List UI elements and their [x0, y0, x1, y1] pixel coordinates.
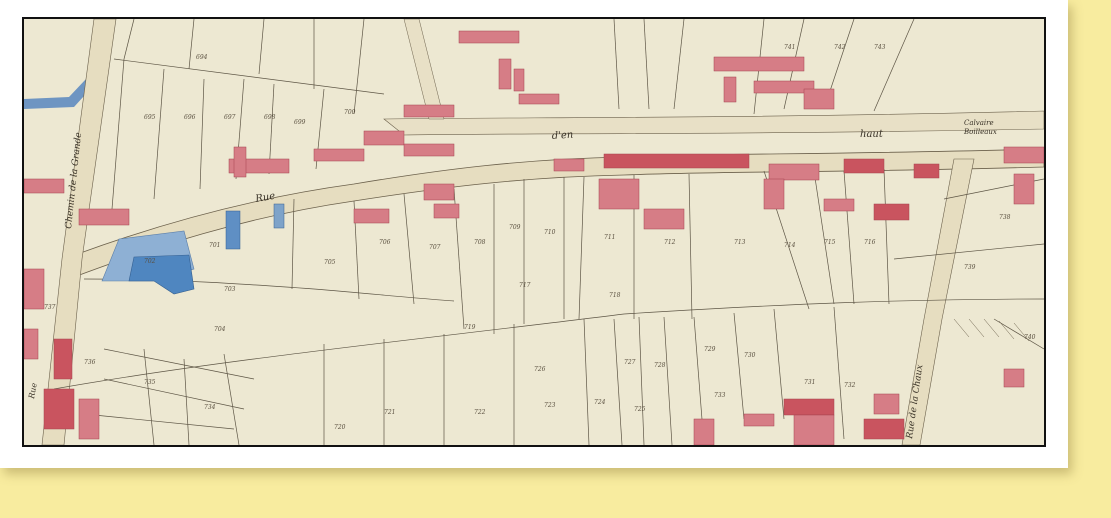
svg-text:724: 724 [594, 399, 606, 406]
svg-text:718: 718 [609, 292, 621, 299]
label-calvaire: Calvaire [964, 119, 994, 127]
svg-text:709: 709 [509, 224, 521, 231]
svg-text:726: 726 [534, 366, 546, 373]
map-card: Chemin de la Grande Rue d'en haut Calvai… [0, 0, 1068, 468]
svg-text:733: 733 [714, 392, 726, 399]
svg-text:711: 711 [604, 234, 615, 241]
svg-text:736: 736 [84, 359, 96, 366]
svg-text:706: 706 [379, 239, 391, 246]
svg-text:704: 704 [214, 326, 226, 333]
svg-text:703: 703 [224, 286, 236, 293]
svg-text:695: 695 [144, 114, 156, 121]
svg-text:738: 738 [999, 214, 1011, 221]
svg-text:743: 743 [874, 44, 886, 51]
svg-text:719: 719 [464, 324, 476, 331]
svg-text:701: 701 [209, 242, 220, 249]
svg-text:739: 739 [964, 264, 976, 271]
svg-text:720: 720 [334, 424, 346, 431]
svg-text:741: 741 [784, 44, 795, 51]
svg-text:728: 728 [654, 362, 666, 369]
svg-text:702: 702 [144, 258, 156, 265]
svg-text:732: 732 [844, 382, 856, 389]
svg-text:713: 713 [734, 239, 746, 246]
svg-text:729: 729 [704, 346, 716, 353]
label-d-en: d'en [551, 130, 573, 142]
svg-text:725: 725 [634, 406, 646, 413]
map-canvas: Chemin de la Grande Rue d'en haut Calvai… [24, 19, 1044, 445]
svg-text:734: 734 [204, 404, 216, 411]
svg-text:722: 722 [474, 409, 486, 416]
label-haut: haut [860, 129, 884, 140]
svg-text:698: 698 [264, 114, 276, 121]
svg-text:737: 737 [44, 304, 56, 311]
svg-text:735: 735 [144, 379, 156, 386]
svg-text:742: 742 [834, 44, 846, 51]
svg-text:712: 712 [664, 239, 676, 246]
svg-text:723: 723 [544, 402, 556, 409]
svg-text:708: 708 [474, 239, 486, 246]
svg-text:740: 740 [1024, 334, 1036, 341]
svg-text:696: 696 [184, 114, 196, 121]
svg-text:710: 710 [544, 229, 556, 236]
svg-text:700: 700 [344, 109, 356, 116]
svg-text:730: 730 [744, 352, 756, 359]
label-calvaire-name: Boilleaux [963, 128, 997, 136]
svg-text:715: 715 [824, 239, 836, 246]
svg-text:707: 707 [429, 244, 441, 251]
svg-text:727: 727 [624, 359, 636, 366]
svg-text:721: 721 [384, 409, 395, 416]
svg-text:697: 697 [224, 114, 236, 121]
svg-text:699: 699 [294, 119, 306, 126]
svg-text:714: 714 [784, 242, 796, 249]
svg-text:731: 731 [804, 379, 815, 386]
svg-text:705: 705 [324, 259, 336, 266]
svg-text:717: 717 [519, 282, 531, 289]
svg-text:716: 716 [864, 239, 876, 246]
cadastral-map[interactable]: Chemin de la Grande Rue d'en haut Calvai… [22, 17, 1046, 447]
svg-text:694: 694 [196, 54, 208, 61]
